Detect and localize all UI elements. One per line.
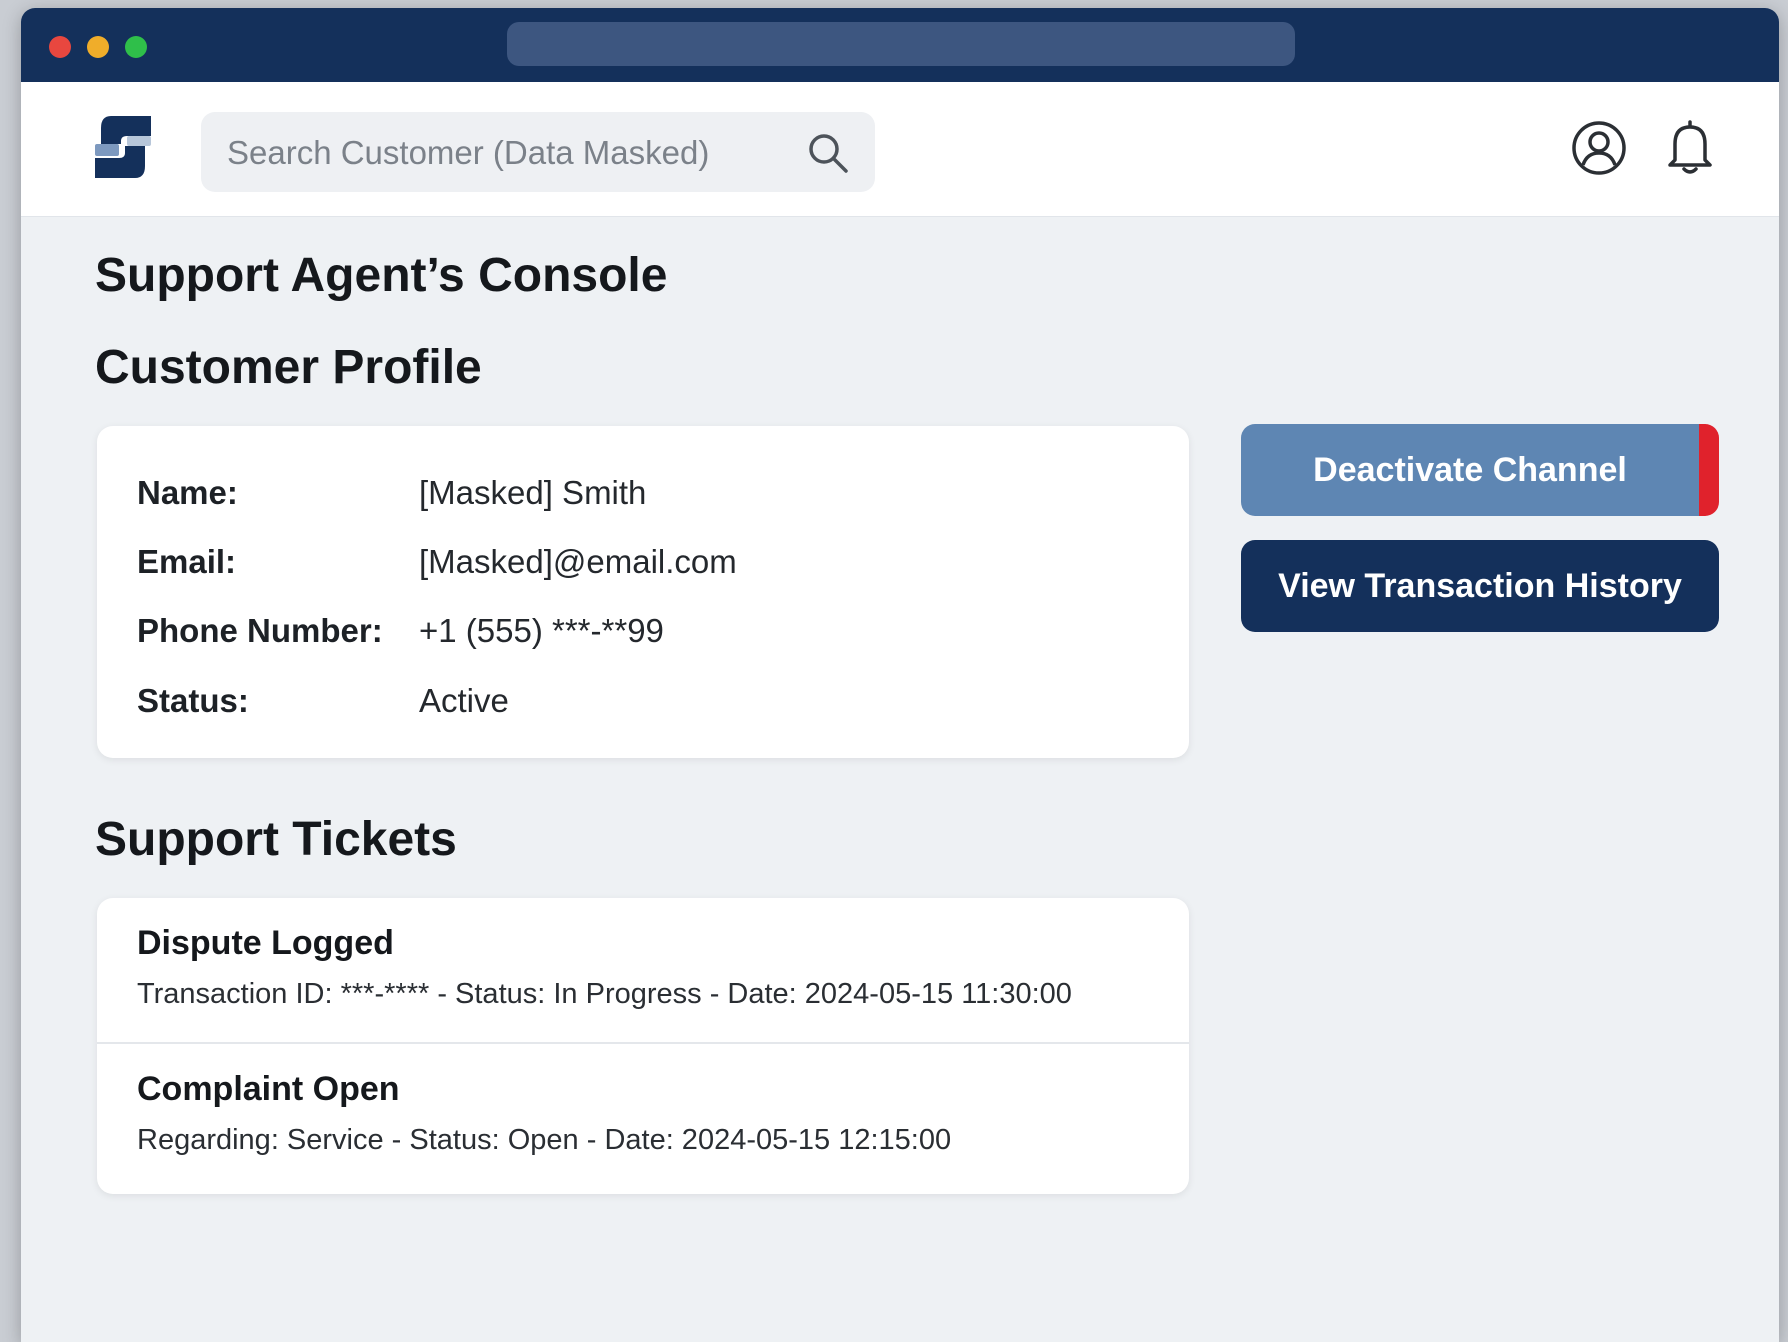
address-bar[interactable] [507,22,1295,66]
name-value: [Masked] Smith [419,474,647,511]
support-tickets-heading: Support Tickets [95,813,457,866]
ticket-detail: Transaction ID: ***-**** - Status: In Pr… [137,978,1072,1010]
customer-profile-card: Name: [Masked] Smith Email: [Masked]@ema… [97,426,1189,758]
ticket-title: Complaint Open [137,1070,400,1108]
ticket-item[interactable]: Complaint Open Regarding: Service - Stat… [97,1042,1189,1190]
user-circle-icon[interactable] [1571,120,1627,176]
maximize-window-button[interactable] [125,36,147,58]
status-label: Status: [137,682,249,719]
ticket-item[interactable]: Dispute Logged Transaction ID: ***-**** … [97,898,1189,1044]
view-transaction-history-button[interactable]: View Transaction History [1241,540,1719,632]
bell-icon[interactable] [1665,118,1715,176]
status-value: Active [419,682,509,719]
search-input[interactable] [225,112,789,194]
app-window: Support Agent’s Console Customer Profile… [21,8,1779,1342]
window-titlebar [21,8,1779,82]
close-window-button[interactable] [49,36,71,58]
customer-search [201,112,875,194]
email-label: Email: [137,543,237,580]
support-tickets-list: Dispute Logged Transaction ID: ***-**** … [97,898,1189,1194]
customer-profile-heading: Customer Profile [95,341,482,394]
deactivate-channel-button[interactable]: Deactivate Channel [1241,424,1719,516]
page-title: Support Agent’s Console [95,249,668,302]
minimize-window-button[interactable] [87,36,109,58]
search-icon[interactable] [807,132,849,174]
app-header [21,82,1779,217]
phone-value: +1 (555) ***-**99 [419,612,664,649]
ticket-title: Dispute Logged [137,924,394,962]
name-label: Name: [137,474,238,511]
email-value: [Masked]@email.com [419,543,737,580]
phone-label: Phone Number: [137,612,383,649]
ticket-detail: Regarding: Service - Status: Open - Date… [137,1124,952,1156]
brand-logo-icon[interactable] [91,114,155,180]
